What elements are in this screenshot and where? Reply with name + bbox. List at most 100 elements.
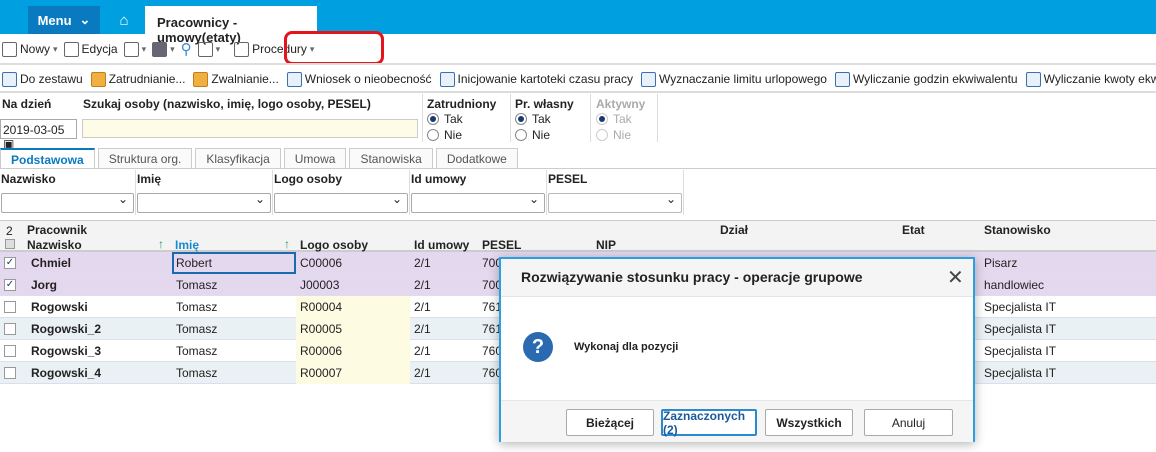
row-checkbox[interactable]: ✓ — [4, 257, 16, 269]
sort-asc-icon[interactable]: ↑ — [158, 237, 164, 251]
new-button[interactable]: Nowy ▾ — [2, 41, 58, 57]
filter-select[interactable] — [137, 192, 271, 213]
cell-nazwisko[interactable]: Rogowski — [27, 296, 172, 318]
cell-nazwisko[interactable]: Rogowski_3 — [27, 340, 172, 362]
preview-button[interactable]: ▾ — [123, 41, 146, 57]
cell-logo[interactable]: R00005 — [296, 318, 410, 340]
col-imie[interactable]: Imię — [175, 238, 199, 252]
row-checkbox[interactable]: ✓ — [4, 279, 16, 291]
cell-id[interactable]: 2/1 — [410, 340, 478, 362]
date-label: Na dzień — [2, 97, 52, 111]
row-checkbox[interactable] — [4, 345, 16, 357]
cell-nazwisko[interactable]: Chmiel — [27, 252, 172, 274]
cell-nazwisko[interactable]: Rogowski_2 — [27, 318, 172, 340]
cell-nazwisko[interactable]: Rogowski_4 — [27, 362, 172, 384]
filter-label: PESEL — [548, 172, 588, 186]
cell-imie[interactable]: Robert — [172, 252, 296, 274]
current-button[interactable]: Bieżącej — [566, 409, 654, 436]
own-label: Pr. własny — [515, 97, 574, 111]
cell-stanowisko[interactable]: handlowiec — [980, 274, 1156, 296]
tab-podstawowa[interactable]: Podstawowa — [0, 148, 95, 168]
filter-select[interactable] — [411, 192, 545, 213]
action-button[interactable]: Wniosek o nieobecność — [286, 71, 432, 87]
action-button[interactable]: Do zestawu — [2, 71, 83, 87]
row-checkbox[interactable] — [4, 301, 16, 313]
attach-button[interactable]: ⚲ — [181, 40, 192, 58]
cell-nazwisko[interactable]: Jorg — [27, 274, 172, 296]
active-label: Aktywny — [596, 97, 646, 111]
tab-struktura[interactable]: Struktura org. — [97, 148, 193, 168]
action-button[interactable]: Zwalnianie... — [193, 71, 279, 87]
date-input[interactable]: 2019-03-05 ▣ — [0, 119, 77, 151]
own-yes-radio[interactable]: Tak — [515, 111, 574, 127]
action-button[interactable]: Wyznaczanie limitu urlopowego — [640, 71, 827, 87]
action-button[interactable]: Wyliczanie godzin ekwiwalentu — [834, 71, 1018, 87]
action-button[interactable]: Zatrudnianie... — [90, 71, 185, 87]
col-pesel[interactable]: PESEL — [482, 238, 521, 252]
cell-stanowisko[interactable]: Specjalista IT — [980, 296, 1156, 318]
cell-id[interactable]: 2/1 — [410, 296, 478, 318]
status-icon — [197, 41, 213, 57]
select-all-checkbox[interactable] — [5, 239, 15, 249]
edit-button[interactable]: Edycja — [63, 41, 118, 57]
action-button[interactable]: Inicjowanie kartoteki czasu pracy — [439, 71, 633, 87]
col-id[interactable]: Id umowy — [414, 238, 469, 252]
cell-imie[interactable]: Tomasz — [172, 362, 296, 384]
selected-button[interactable]: Zaznaczonych (2) — [661, 409, 757, 437]
cancel-button[interactable]: Anuluj — [864, 409, 953, 436]
status-button[interactable]: ▾ — [197, 41, 220, 57]
cell-imie[interactable]: Tomasz — [172, 340, 296, 362]
col-dzial[interactable]: Dział — [720, 223, 748, 237]
filter-input[interactable] — [548, 192, 682, 213]
own-no-radio[interactable]: Nie — [515, 127, 574, 143]
home-icon[interactable]: ⌂ — [108, 6, 140, 34]
tab-umowa[interactable]: Umowa — [283, 148, 347, 168]
employed-no-radio[interactable]: Nie — [427, 127, 496, 143]
row-checkbox[interactable] — [4, 323, 16, 335]
filter-label: Logo osoby — [274, 172, 342, 186]
all-button[interactable]: Wszystkich — [765, 409, 853, 436]
col-etat[interactable]: Etat — [902, 223, 925, 237]
cell-imie[interactable]: Tomasz — [172, 318, 296, 340]
menu-button[interactable]: Menu ⌄ — [28, 6, 100, 34]
cell-logo[interactable]: J00003 — [296, 274, 410, 296]
cell-id[interactable]: 2/1 — [410, 274, 478, 296]
tab-dodatkowe[interactable]: Dodatkowe — [435, 148, 518, 168]
tab-klasyfikacja[interactable]: Klasyfikacja — [195, 148, 281, 168]
cell-logo[interactable]: R00007 — [296, 362, 410, 384]
cell-id[interactable]: 2/1 — [410, 252, 478, 274]
tab-stanowiska[interactable]: Stanowiska — [349, 148, 433, 168]
col-nip[interactable]: NIP — [596, 238, 616, 252]
cell-id[interactable]: 2/1 — [410, 362, 478, 384]
cell-id[interactable]: 2/1 — [410, 318, 478, 340]
filter-nazwisko: Nazwisko — [0, 170, 136, 215]
tab-pracownicy[interactable]: Pracownicy - umowy(etaty) — [145, 6, 317, 45]
sort-asc-icon[interactable]: ↑ — [284, 237, 290, 251]
cell-stanowisko[interactable]: Pisarz — [980, 252, 1156, 274]
search-input[interactable] — [82, 119, 418, 138]
cell-logo[interactable]: R00006 — [296, 340, 410, 362]
filter-pesel: PESEL — [547, 170, 684, 215]
active-filter: Aktywny Tak Nie — [596, 97, 645, 143]
cell-stanowisko[interactable]: Specjalista IT — [980, 318, 1156, 340]
cell-logo[interactable]: C00006 — [296, 252, 410, 274]
action-button[interactable]: Wyliczanie kwoty ekwiwalentu — [1025, 71, 1156, 87]
cell-stanowisko[interactable]: Specjalista IT — [980, 340, 1156, 362]
row-checkbox[interactable] — [4, 367, 16, 379]
cell-logo[interactable]: R00004 — [296, 296, 410, 318]
form-icon — [286, 71, 302, 87]
cell-stanowisko[interactable]: Specjalista IT — [980, 362, 1156, 384]
print-button[interactable]: ▾ — [152, 41, 175, 57]
cell-imie[interactable]: Tomasz — [172, 296, 296, 318]
col-logo[interactable]: Logo osoby — [300, 238, 368, 252]
filter-select[interactable] — [1, 192, 134, 213]
col-stanowisko[interactable]: Stanowisko — [984, 223, 1051, 237]
radio-dot — [596, 113, 608, 125]
filter-select[interactable] — [274, 192, 408, 213]
close-icon[interactable]: ✕ — [947, 265, 964, 290]
edit-icon — [63, 41, 79, 57]
grid-header: 2 Pracownik Nazwisko ↑ Imię ↑ Logo osoby… — [0, 220, 1156, 252]
employed-yes-radio[interactable]: Tak — [427, 111, 496, 127]
col-nazwisko[interactable]: Nazwisko — [27, 238, 82, 252]
cell-imie[interactable]: Tomasz — [172, 274, 296, 296]
